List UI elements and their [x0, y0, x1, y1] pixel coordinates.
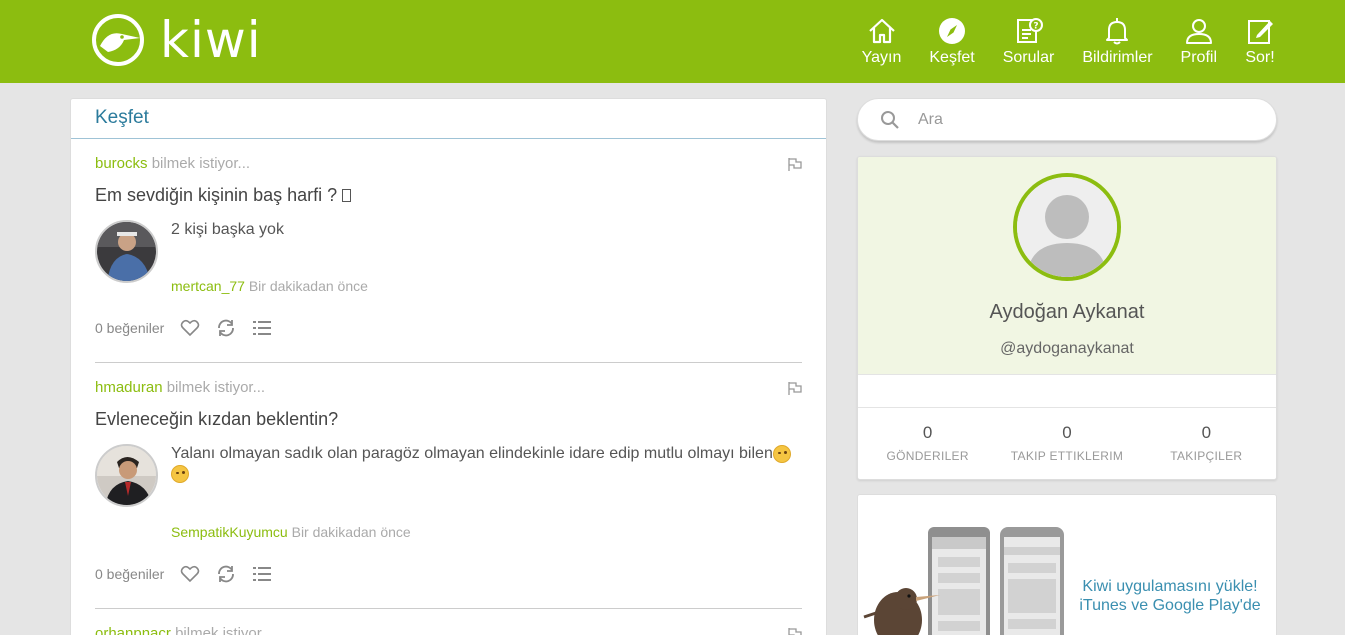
top-bar: kiwi Yayın Keşfet ? Sorular Bildirimler …: [0, 0, 1345, 83]
post-header: burocks bilmek istiyor...: [95, 155, 802, 172]
panel-title: Keşfet: [71, 99, 826, 139]
search-bar: [857, 98, 1277, 141]
stat-followers[interactable]: 0 TAKIPÇILER: [1137, 423, 1276, 463]
post-header: orhanpnacr bilmek istiyor...: [95, 625, 802, 635]
likes-count: 0 beğeniler: [95, 566, 165, 582]
stat-label: GÖNDERILER: [886, 449, 969, 463]
stat-value: 0: [1201, 423, 1212, 442]
answer-body: Yalanı olmayan sadık olan paragöz olmaya…: [171, 445, 773, 462]
flag-icon[interactable]: [788, 381, 802, 396]
missing-glyph-box: [342, 189, 352, 202]
stat-posts[interactable]: 0 GÖNDERILER: [858, 423, 997, 463]
avatar[interactable]: [95, 220, 158, 283]
nav-profil[interactable]: Profil: [1181, 16, 1217, 67]
asker-link[interactable]: hmaduran: [95, 379, 163, 396]
stat-label: TAKIP ETTIKLERIM: [1010, 449, 1124, 463]
answer-text: Yalanı olmayan sadık olan paragöz olmaya…: [171, 444, 801, 484]
heart-icon[interactable]: [180, 565, 200, 583]
user-icon: [1185, 19, 1212, 44]
app-promo-line1: Kiwi uygulamasını yükle!: [1082, 578, 1258, 595]
answer-time: Bir dakikadan önce: [291, 524, 411, 540]
explore-panel: Keşfet burocks bilmek istiyor... Em sevd…: [70, 98, 827, 635]
kiwi-logo[interactable]: kiwi: [90, 12, 262, 68]
kiwi-bird-icon: [92, 14, 144, 66]
stat-label: TAKIPÇILER: [1170, 449, 1243, 463]
repost-icon[interactable]: [216, 319, 236, 337]
answer-meta: mertcan_77 Bir dakikadan önce: [171, 278, 368, 294]
home-icon: [868, 18, 895, 44]
question-text[interactable]: Em sevdiğin kişinin baş harfi ?: [95, 185, 802, 206]
divider: [95, 362, 802, 363]
asker-link[interactable]: orhanpnacr: [95, 625, 171, 635]
list-icon[interactable]: [252, 565, 272, 583]
divider: [95, 608, 802, 609]
post-card: orhanpnacr bilmek istiyor...: [95, 625, 802, 635]
wink-emoji-icon: [171, 464, 189, 483]
stat-value: 0: [1062, 423, 1072, 442]
post-actions: 0 beğeniler: [95, 319, 272, 337]
nav-label: Bildirimler: [1082, 49, 1153, 66]
stat-following[interactable]: 0 TAKIP ETTIKLERIM: [997, 423, 1136, 463]
profile-name: Aydoğan Aykanat: [989, 301, 1145, 323]
answer-meta: SempatikKuyumcu Bir dakikadan önce: [171, 524, 411, 540]
app-promo-card[interactable]: Kiwi uygulamasını yükle! iTunes ve Googl…: [857, 494, 1277, 635]
repost-icon[interactable]: [216, 565, 236, 583]
nav-label: Profil: [1180, 49, 1217, 66]
app-promo-illustration: [863, 527, 1064, 635]
search-icon: [881, 111, 899, 129]
post-header: hmaduran bilmek istiyor...: [95, 379, 802, 396]
answer-text: 2 kişi başka yok: [171, 221, 284, 238]
nav-kesfet[interactable]: Keşfet: [929, 16, 975, 67]
question-body: Em sevdiğin kişinin baş harfi ?: [95, 185, 343, 205]
post-card: hmaduran bilmek istiyor... Evleneceğin k…: [95, 379, 802, 583]
heart-icon[interactable]: [180, 319, 200, 337]
post-actions: 0 beğeniler: [95, 565, 272, 583]
post-card: burocks bilmek istiyor... Em sevdiğin ki…: [95, 155, 802, 337]
asker-suffix: bilmek istiyor...: [175, 625, 274, 635]
list-icon[interactable]: [252, 319, 272, 337]
likes-count: 0 beğeniler: [95, 320, 165, 336]
divider: [858, 407, 1276, 408]
answerer-link[interactable]: SempatikKuyumcu: [171, 524, 288, 540]
flag-icon[interactable]: [788, 157, 802, 172]
logo-text: kiwi: [160, 11, 262, 69]
bell-icon: [1106, 18, 1129, 45]
main-nav: Yayın Keşfet ? Sorular Bildirimler Profi…: [834, 16, 1275, 67]
edit-icon: [1248, 20, 1273, 44]
asker-suffix: bilmek istiyor...: [166, 379, 266, 396]
nav-label: Sor!: [1245, 49, 1275, 66]
stat-value: 0: [922, 423, 933, 442]
nav-sorular[interactable]: ? Sorular: [1002, 16, 1055, 67]
nav-yayin[interactable]: Yayın: [861, 16, 902, 67]
profile-header: Aydoğan Aykanat @aydoganaykanat: [858, 157, 1276, 375]
nav-sor[interactable]: Sor!: [1245, 16, 1275, 67]
asker-link[interactable]: burocks: [95, 155, 148, 172]
answerer-link[interactable]: mertcan_77: [171, 278, 245, 294]
questions-icon: ?: [1016, 18, 1043, 43]
nav-bildirimler[interactable]: Bildirimler: [1082, 16, 1153, 67]
search-input[interactable]: [918, 109, 1258, 131]
profile-avatar[interactable]: [1013, 173, 1121, 281]
svg-text:?: ?: [1033, 22, 1038, 32]
asker-suffix: bilmek istiyor...: [151, 155, 251, 172]
avatar[interactable]: [95, 444, 158, 507]
wink-emoji-icon: [772, 444, 791, 463]
profile-stats: 0 GÖNDERILER 0 TAKIP ETTIKLERIM 0 TAKIPÇ…: [858, 423, 1276, 463]
nav-label: Yayın: [861, 49, 902, 66]
profile-card: Aydoğan Aykanat @aydoganaykanat 0 GÖNDER…: [857, 156, 1277, 480]
nav-label: Keşfet: [929, 49, 975, 66]
answer-time: Bir dakikadan önce: [248, 278, 368, 294]
profile-handle: @aydoganaykanat: [1000, 340, 1134, 357]
app-promo-text: Kiwi uygulamasını yükle! iTunes ve Googl…: [1074, 577, 1266, 615]
answer-block: Yalanı olmayan sadık olan paragöz olmaya…: [95, 444, 802, 514]
question-text[interactable]: Evleneceğin kızdan beklentin?: [95, 409, 802, 430]
flag-icon[interactable]: [788, 627, 802, 635]
compass-icon: [939, 18, 966, 44]
nav-label: Sorular: [1002, 49, 1055, 66]
app-promo-line2: iTunes ve Google Play'de: [1079, 597, 1261, 614]
